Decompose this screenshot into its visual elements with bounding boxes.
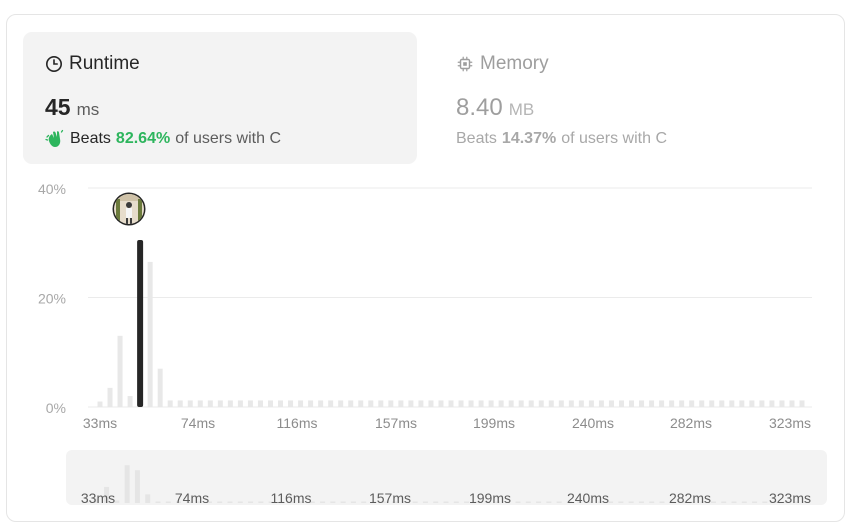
overview-bar — [155, 501, 161, 503]
overview-bar — [248, 501, 254, 503]
overview-bar — [618, 501, 624, 503]
overview-x-tick-label: 157ms — [369, 490, 411, 506]
overview-x-tick-label: 323ms — [769, 490, 811, 506]
overview-bar — [124, 465, 130, 503]
overview-bar — [546, 501, 552, 503]
overview-bar — [258, 501, 264, 503]
overview-bar — [638, 501, 644, 503]
overview-bar — [525, 501, 531, 503]
overview-bar — [556, 501, 562, 503]
overview-x-tick-label: 74ms — [175, 490, 209, 506]
overview-bar — [515, 501, 521, 503]
overview-bar — [710, 501, 716, 503]
overview-bar — [350, 501, 356, 503]
overview-bar — [649, 501, 655, 503]
overview-bar — [536, 501, 542, 503]
overview-x-tick-label: 33ms — [81, 490, 115, 506]
overview-bar — [762, 501, 768, 503]
overview-bar — [443, 501, 449, 503]
overview-bar — [320, 501, 326, 503]
overview-bar — [145, 494, 151, 503]
overview-range-slider[interactable]: 33ms 74ms 116ms 157ms 199ms 240ms 282ms 323ms — [0, 0, 847, 529]
overview-bar — [628, 501, 634, 503]
overview-bar — [731, 501, 737, 503]
overview-bar — [361, 501, 367, 503]
overview-x-tick-label: 282ms — [669, 490, 711, 506]
overview-bar — [217, 501, 223, 503]
overview-bar — [741, 501, 747, 503]
overview-bar — [340, 501, 346, 503]
overview-bar — [453, 501, 459, 503]
overview-bar — [659, 501, 665, 503]
overview-bar — [422, 501, 428, 503]
overview-bar — [165, 501, 171, 503]
overview-x-tick-label: 199ms — [469, 490, 511, 506]
overview-x-tick-label: 116ms — [271, 490, 312, 506]
overview-bar — [227, 501, 233, 503]
overview-bar — [721, 501, 727, 503]
overview-bar — [752, 501, 758, 503]
overview-bar — [134, 470, 140, 503]
overview-bar — [412, 501, 418, 503]
overview-bar — [330, 501, 336, 503]
overview-bar — [433, 501, 439, 503]
overview-x-tick-label: 240ms — [567, 490, 609, 506]
overview-bar — [237, 501, 243, 503]
